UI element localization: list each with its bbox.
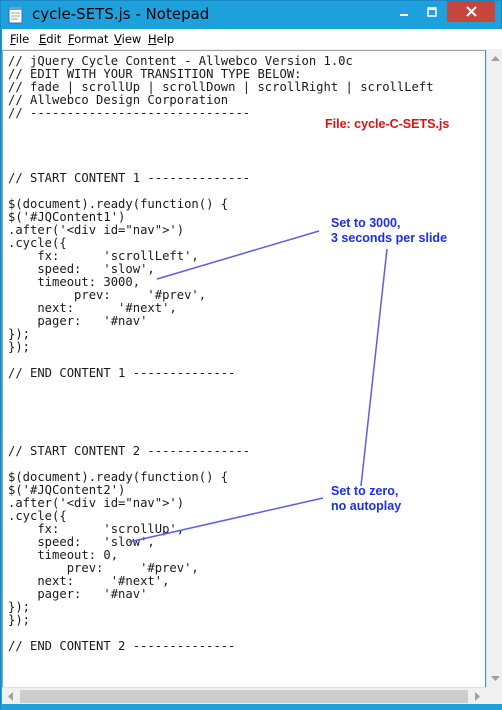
code-line: pager: '#nav' — [8, 314, 148, 328]
scroll-down-arrow-icon[interactable] — [487, 670, 502, 687]
horizontal-scroll-thumb[interactable] — [20, 690, 468, 703]
window-bottom-frame — [1, 704, 502, 710]
menu-view[interactable]: View — [114, 32, 141, 47]
scroll-left-arrow-icon[interactable] — [2, 688, 19, 705]
horizontal-scrollbar[interactable] — [2, 687, 486, 704]
code-line: }); — [8, 613, 31, 627]
code-line: // END CONTENT 2 -------------- — [8, 639, 236, 653]
scroll-up-arrow-icon[interactable] — [487, 50, 502, 67]
title-bar[interactable]: cycle-SETS.js - Notepad — [1, 1, 501, 28]
code-line: // START CONTENT 2 -------------- — [8, 444, 251, 458]
code-line: }); — [8, 600, 31, 614]
file-name-annotation: File: cycle-C-SETS.js — [325, 117, 450, 131]
close-button[interactable] — [447, 1, 495, 22]
menu-file[interactable]: File — [10, 32, 29, 47]
notepad-icon[interactable] — [8, 6, 24, 24]
notepad-window: cycle-SETS.js - Notepad File Edit Format… — [0, 0, 502, 710]
menu-help[interactable]: Help — [148, 32, 174, 47]
code-text: // jQuery Cycle Content - Allwebco Versi… — [8, 55, 434, 653]
menu-bar: File Edit Format View Help — [2, 29, 502, 50]
timeout-zero-annotation: Set to zero, no autoplay — [331, 484, 402, 513]
scrollbar-corner — [486, 687, 502, 704]
vertical-scrollbar[interactable] — [486, 50, 502, 687]
menu-edit[interactable]: Edit — [39, 32, 61, 47]
maximize-icon — [426, 6, 437, 17]
minimize-icon — [399, 13, 408, 16]
code-line: pager: '#nav' — [8, 587, 148, 601]
code-line: }); — [8, 327, 31, 341]
timeout-3000-annotation: Set to 3000, 3 seconds per slide — [331, 216, 448, 245]
text-editor[interactable]: // jQuery Cycle Content - Allwebco Versi… — [2, 50, 485, 687]
minimize-button[interactable] — [390, 1, 417, 22]
code-line: // START CONTENT 1 -------------- — [8, 171, 251, 185]
maximize-button[interactable] — [418, 1, 445, 22]
code-line: // END CONTENT 1 -------------- — [8, 366, 236, 380]
scroll-right-arrow-icon[interactable] — [469, 688, 486, 705]
code-line: }); — [8, 340, 31, 354]
menu-format[interactable]: Format — [68, 32, 109, 47]
window-title: cycle-SETS.js - Notepad — [32, 5, 210, 23]
close-icon — [465, 6, 477, 17]
